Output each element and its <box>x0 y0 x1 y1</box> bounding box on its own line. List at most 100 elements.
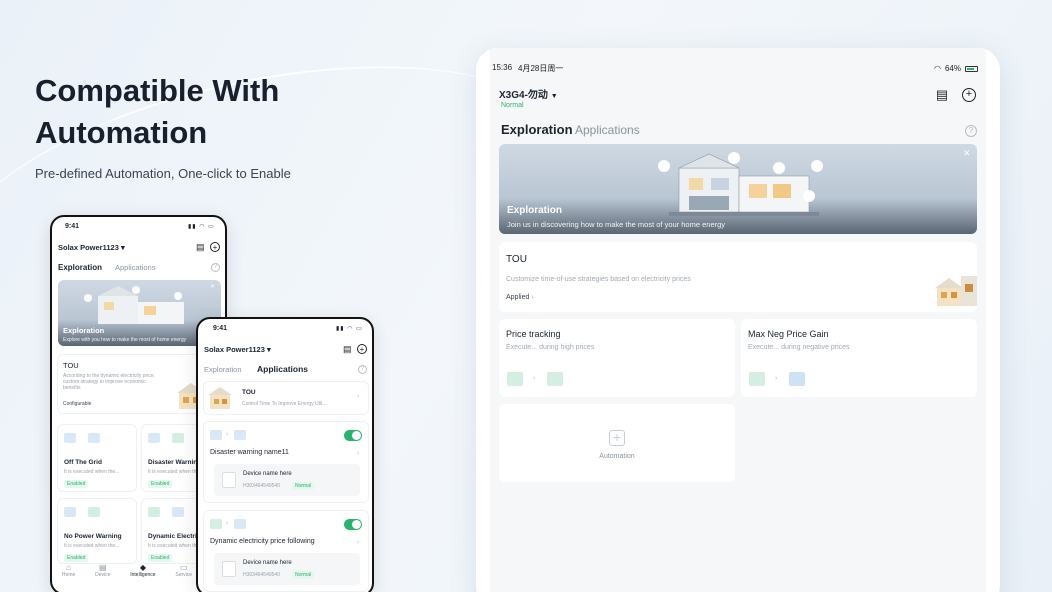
max-neg-title: Max Neg Price Gain <box>748 329 829 339</box>
device-selector[interactable]: Solax Power1123 ▾ <box>204 345 271 354</box>
house-thumbnail-icon <box>208 387 232 409</box>
house-thumbnail-icon <box>935 276 977 306</box>
app-header: X3G4-勿动 ▼ Normal ▤ + <box>490 80 986 120</box>
tab-applications[interactable]: Applications <box>257 364 308 374</box>
inverter-icon <box>222 561 236 577</box>
banner-subtitle: Join us in discovering how to make the m… <box>507 220 726 229</box>
hero-subtitle: Pre-defined Automation, One-click to Ena… <box>35 166 291 181</box>
status-time: 9:41 <box>65 223 80 230</box>
status-badge: Enabled <box>148 554 173 562</box>
tab-bar: Exploration Applications ? <box>490 120 986 144</box>
device-name: Device name here <box>243 560 292 566</box>
help-icon[interactable]: ? <box>965 125 977 137</box>
automation-card[interactable]: Off The Grid It is executed when the... … <box>58 425 136 491</box>
tab-exploration[interactable]: Exploration <box>204 365 242 374</box>
device-status: Normal <box>501 102 524 109</box>
banner-title: Exploration <box>507 205 563 216</box>
chevron-right-icon: › <box>531 294 534 301</box>
item-title: Dynamic electricity price following <box>210 538 315 545</box>
price-tracking-desc: Execute... during high prices <box>506 344 595 351</box>
device-name: Solax Power1123 <box>204 345 265 354</box>
signal-icon: ▮▮ ◠ ▭ <box>336 326 363 332</box>
tab-exploration[interactable]: Exploration <box>58 263 102 272</box>
battery-icon <box>234 519 246 529</box>
price-chart-icon <box>507 372 523 386</box>
tou-card[interactable]: TOU Control Time To Improve Energy Util.… <box>204 382 368 414</box>
automation-item[interactable]: › Disaster warning name11 › Device name … <box>204 422 368 502</box>
card-title: Off The Grid <box>64 459 102 466</box>
tou-desc: Customize time-of-use strategies based o… <box>506 276 691 283</box>
card-title: No Power Warning <box>64 533 122 540</box>
card-title: Disaster Warning <box>148 459 202 466</box>
device-selector[interactable]: Solax Power1123 ▾ <box>58 243 125 252</box>
plus-icon: + <box>609 430 625 446</box>
battery-icon <box>88 433 100 443</box>
automation-card[interactable]: No Power Warning It is executed when the… <box>58 499 136 563</box>
battery-percent: 64% <box>944 64 961 73</box>
chevron-right-icon: › <box>357 393 360 400</box>
chat-icon: ▭ <box>179 563 188 572</box>
tou-desc: According to the dynamic electricity pri… <box>63 373 155 391</box>
close-icon[interactable]: ✕ <box>210 283 215 290</box>
banner-subtitle: Explore with you how to make the most of… <box>63 337 187 343</box>
add-icon[interactable]: + <box>962 88 976 102</box>
close-icon[interactable]: ✕ <box>963 148 971 159</box>
tab-applications[interactable]: Applications <box>115 263 155 272</box>
help-icon[interactable]: ? <box>211 263 220 272</box>
price-tracking-card[interactable]: Price tracking Execute... during high pr… <box>499 319 735 397</box>
battery-icon <box>234 430 246 440</box>
status-badge: Enabled <box>64 480 89 488</box>
tablet-screen: 15:36 4月28日周一 ◠ 64% X3G4-勿动 ▼ Normal ▤ +… <box>490 48 986 592</box>
chevron-right-icon: › <box>357 450 360 457</box>
enable-toggle[interactable] <box>344 519 362 530</box>
house-illustration <box>84 286 184 324</box>
tou-title: TOU <box>63 361 79 370</box>
tablet-mockup: 15:36 4月28日周一 ◠ 64% X3G4-勿动 ▼ Normal ▤ +… <box>476 48 1000 592</box>
add-icon[interactable]: + <box>357 344 367 354</box>
enable-toggle[interactable] <box>344 430 362 441</box>
status-bar: 15:36 4月28日周一 ◠ 64% <box>490 48 986 74</box>
tou-card[interactable]: TOU Customize time-of-use strategies bas… <box>499 242 977 312</box>
device-name: X3G4-勿动 <box>499 90 548 101</box>
automation-item[interactable]: › Dynamic electricity price following › … <box>204 511 368 591</box>
price-tracking-title: Price tracking <box>506 329 561 339</box>
house-illustration <box>658 152 823 216</box>
device-name: Solax Power1123 <box>58 243 119 252</box>
nav-device[interactable]: ▤ Device <box>95 563 110 581</box>
tab-applications[interactable]: Applications <box>575 123 640 137</box>
price-chart-icon <box>148 507 160 517</box>
nav-label: Intelligence <box>130 572 156 578</box>
nav-home[interactable]: ⌂ Home <box>62 563 75 581</box>
price-chart-icon <box>210 519 222 529</box>
document-icon[interactable]: ▤ <box>935 88 949 102</box>
status-badge: Enabled <box>148 480 173 488</box>
exploration-banner[interactable]: Exploration Join us in discovering how t… <box>499 144 977 234</box>
document-icon[interactable]: ▤ <box>343 344 352 354</box>
grid-icon <box>64 433 76 443</box>
help-icon[interactable]: ? <box>358 365 367 374</box>
nav-intelligence[interactable]: ◆ Intelligence <box>130 563 155 581</box>
device-selector[interactable]: X3G4-勿动 ▼ <box>499 86 558 101</box>
nav-service[interactable]: ▭ Service <box>175 563 192 581</box>
document-icon[interactable]: ▤ <box>196 242 205 252</box>
card-desc: It is executed when the... <box>64 543 120 549</box>
inverter-icon <box>222 472 236 488</box>
add-automation-card[interactable]: + Automation <box>499 404 735 482</box>
tou-desc: Control Time To Improve Energy Util... <box>242 401 327 407</box>
battery-charge-icon <box>547 372 563 386</box>
battery-icon <box>172 507 184 517</box>
arrow-right-icon: › <box>533 375 536 382</box>
device-row[interactable]: Device name here H303464549540 Normal <box>214 464 360 496</box>
tou-action: Configurable <box>63 401 92 407</box>
banner-title: Exploration <box>63 326 105 335</box>
item-title: Disaster warning name11 <box>210 449 289 456</box>
home-icon: ⌂ <box>66 563 72 572</box>
add-icon[interactable]: + <box>210 242 220 252</box>
max-neg-price-card[interactable]: Max Neg Price Gain Execute... during neg… <box>741 319 977 397</box>
price-chart-icon <box>749 372 765 386</box>
cube-icon: ◆ <box>139 563 146 572</box>
device-row[interactable]: Device name here H303464549540 Normal <box>214 553 360 585</box>
device-name: Device name here <box>243 471 292 477</box>
tab-exploration[interactable]: Exploration <box>501 122 573 137</box>
card-desc: It is executed when the... <box>64 469 120 475</box>
